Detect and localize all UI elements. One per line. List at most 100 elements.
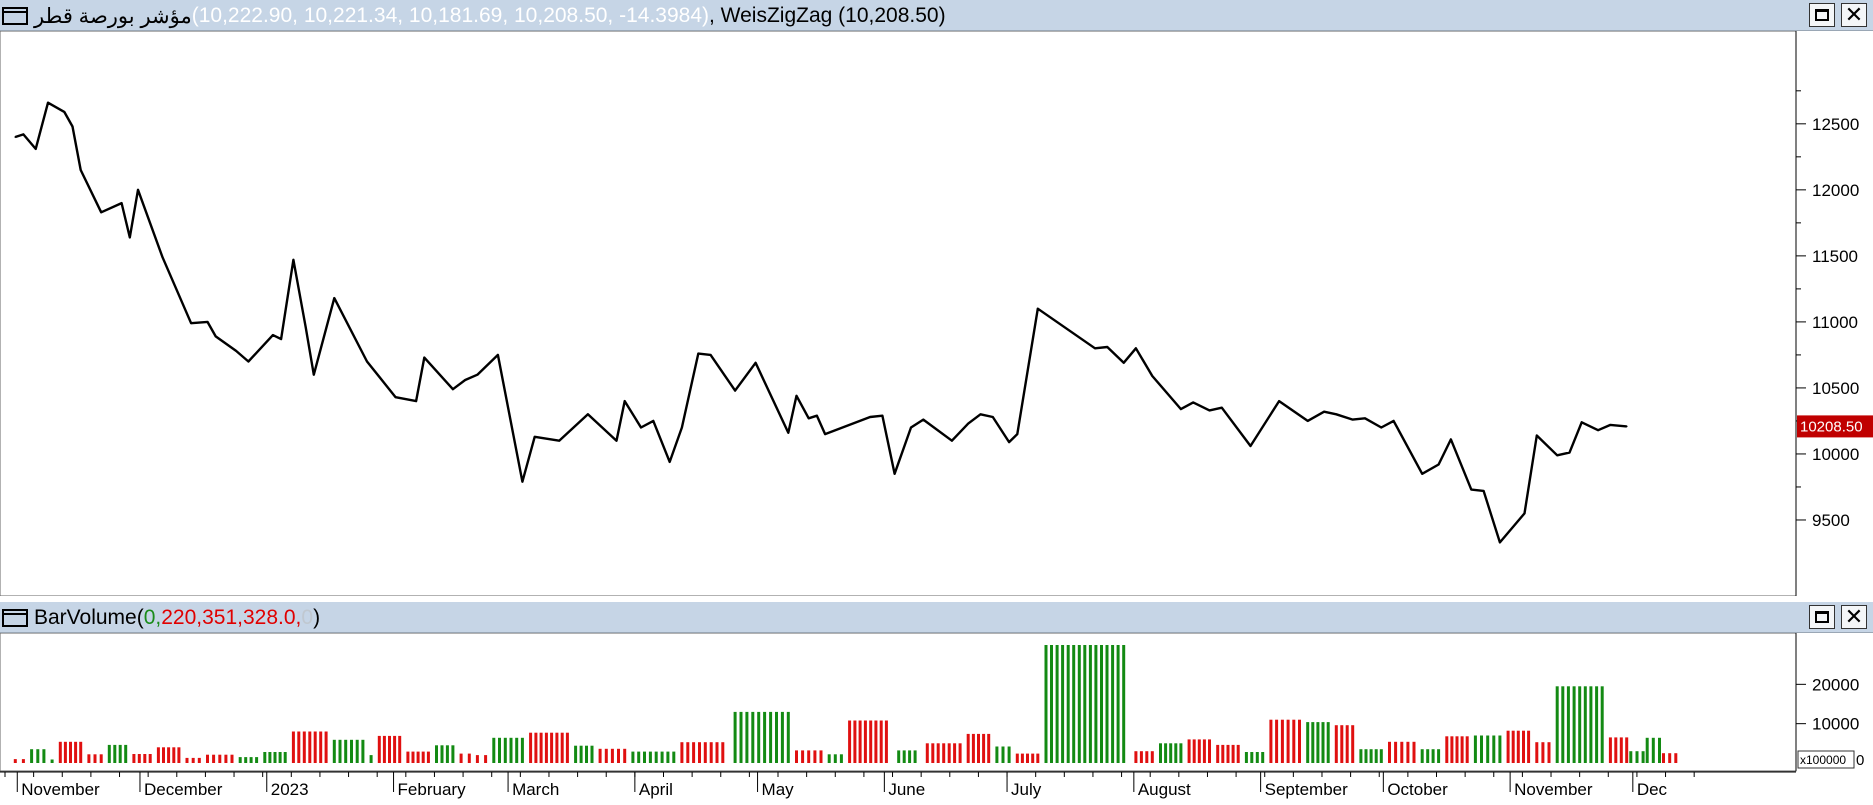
- zigzag-point: [312, 373, 315, 376]
- symbol-name: مؤشر بورصة قطر: [34, 4, 192, 28]
- zigzag-point: [476, 373, 479, 376]
- volume-bar: [863, 720, 867, 763]
- volume-bar: [1369, 749, 1373, 763]
- volume-bar: [585, 745, 588, 763]
- zigzag-point: [910, 426, 912, 429]
- volume-bar: [654, 751, 658, 763]
- maximize-button[interactable]: [1809, 3, 1835, 27]
- volume-bar: [1015, 753, 1019, 763]
- volume-bar: [421, 751, 425, 763]
- zigzag-point: [304, 326, 307, 329]
- volume-bar: [1641, 751, 1645, 763]
- volume-bar: [440, 745, 444, 763]
- zigzag-point: [497, 354, 499, 356]
- time-axis-label: June: [888, 780, 925, 799]
- volume-bar: [913, 750, 917, 763]
- volume-bar: [925, 743, 929, 763]
- volume-bar: [801, 750, 805, 763]
- zigzag-point: [869, 416, 871, 418]
- volume-bar: [1511, 730, 1515, 763]
- zigzag-point: [816, 414, 818, 417]
- zigzag-point: [79, 169, 82, 171]
- volume-bar: [780, 711, 784, 763]
- pane-window-icon[interactable]: [2, 609, 28, 627]
- time-axis-label: Dec: [1637, 780, 1668, 799]
- volume-bar: [1614, 737, 1618, 763]
- volume-bar: [344, 739, 348, 763]
- close-button[interactable]: ✕: [1841, 3, 1867, 27]
- zigzag-point: [1380, 426, 1383, 429]
- close-button[interactable]: ✕: [1841, 605, 1867, 629]
- volume-bar: [1164, 743, 1168, 763]
- volume-bar: [1473, 735, 1477, 763]
- price-chart[interactable]: 12500 12000 11500 11000 10500 10000 9500 10208…: [0, 31, 1873, 596]
- zigzag-point: [521, 480, 524, 483]
- volume-bar: [1306, 722, 1310, 763]
- volume-bar: [406, 751, 410, 763]
- zigzag-point: [558, 439, 561, 442]
- volume-bar: [1298, 719, 1301, 763]
- volume-bar: [172, 747, 176, 763]
- time-axis-label: September: [1265, 780, 1348, 799]
- time-axis-label: December: [144, 780, 223, 799]
- volume-pane-header: BarVolume ( 0, 220,351,328.0, 0 ) ✕: [0, 602, 1873, 633]
- volume-bar: [1516, 730, 1520, 763]
- maximize-button[interactable]: [1809, 605, 1835, 629]
- volume-bar: [1492, 735, 1496, 763]
- zigzag-point: [190, 322, 193, 325]
- zigzag-point: [1249, 445, 1252, 447]
- volume-bar: [637, 751, 641, 763]
- volume-bar: [1583, 686, 1587, 763]
- zigzag-point: [640, 426, 642, 429]
- zigzag-point: [1122, 361, 1125, 364]
- volume-bar: [137, 754, 141, 763]
- volume-bar: [1379, 749, 1383, 763]
- volume-bar: [515, 737, 519, 763]
- volume-bar: [1221, 744, 1225, 763]
- volume-bar: [1374, 749, 1378, 763]
- volume-bar: [1250, 752, 1254, 763]
- zigzag-point: [652, 420, 655, 422]
- volume-bar: [1020, 753, 1024, 763]
- volume-bar: [1208, 739, 1211, 763]
- volume-bar: [324, 731, 328, 763]
- volume-bar: [1105, 645, 1109, 763]
- time-axis-label: March: [512, 780, 559, 799]
- volume-bar: [1116, 645, 1120, 763]
- volume-bar: [197, 757, 201, 763]
- volume-bar: [879, 720, 883, 763]
- volume-chart[interactable]: 20000 10000 x100000 0 November December 202…: [0, 633, 1873, 805]
- volume-bar: [377, 735, 381, 763]
- volume-bar: [350, 739, 353, 763]
- volume-bar: [953, 743, 957, 763]
- volume-bar: [148, 754, 152, 763]
- volume-bar: [1044, 645, 1048, 763]
- zigzag-point: [366, 360, 368, 363]
- volume-bar: [484, 755, 488, 763]
- volume-bar: [550, 732, 554, 763]
- volume-bar: [757, 711, 761, 763]
- zigzag-point: [63, 111, 66, 113]
- zigzag-point: [1523, 512, 1526, 515]
- volume-bar: [492, 737, 496, 763]
- volume-bar: [555, 732, 559, 763]
- volume-bar: [445, 745, 449, 763]
- volume-bar: [393, 735, 397, 763]
- zigzag-point: [1499, 541, 1501, 544]
- volume-bar: [1645, 737, 1649, 763]
- volume-bar: [249, 757, 253, 763]
- pane-window-icon[interactable]: [2, 7, 28, 25]
- volume-bar: [230, 754, 234, 763]
- volume-bar: [435, 745, 438, 763]
- volume-bar: [1275, 719, 1279, 763]
- volume-bar: [660, 751, 664, 763]
- volume-bar: [1431, 749, 1435, 763]
- close-icon: ✕: [1844, 604, 1864, 629]
- zigzag-point: [292, 258, 295, 261]
- volume-bar: [36, 749, 40, 763]
- volume-bar: [745, 711, 749, 763]
- volume-bar: [1412, 741, 1416, 763]
- volume-bar: [869, 720, 873, 763]
- zigzag-point: [697, 352, 700, 355]
- volume-bar: [1608, 737, 1612, 763]
